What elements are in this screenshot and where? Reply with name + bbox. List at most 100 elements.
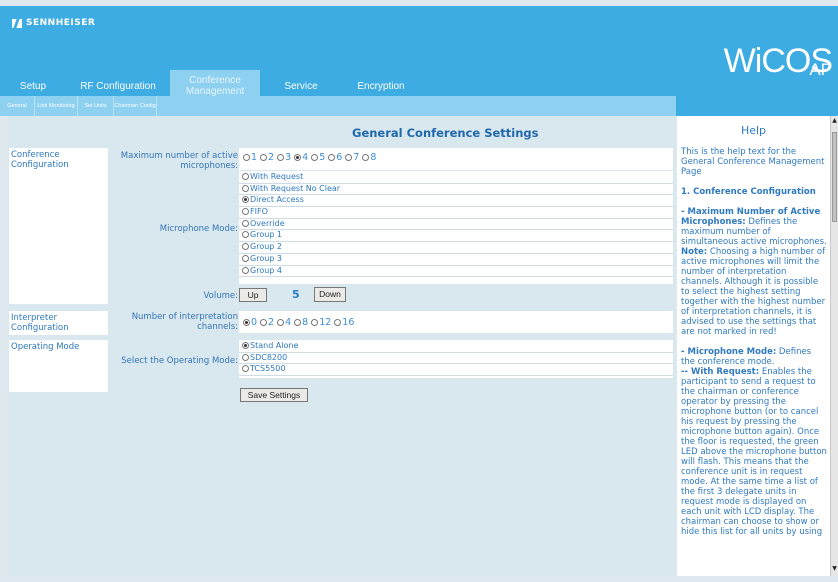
subtab-general[interactable]: General — [0, 96, 35, 116]
subtab-link-monitoring[interactable]: Link Monitoring — [35, 96, 78, 116]
mic-mode-radio[interactable] — [242, 173, 249, 180]
mic-mode-option[interactable]: Override — [239, 219, 673, 231]
interp-channels-option[interactable]: 0 — [243, 317, 257, 328]
max-mics-group: 12345678 — [239, 148, 673, 170]
interp-channels-option[interactable]: 4 — [277, 317, 291, 328]
mic-mode-option[interactable]: With Request No Clear — [239, 184, 673, 196]
interp-channels-radio[interactable] — [294, 319, 302, 326]
interp-channels-option-label: 2 — [268, 317, 275, 328]
interp-channels-option[interactable]: 2 — [260, 317, 274, 328]
section-interpreter-configuration: Interpreter Configuration — [9, 311, 108, 335]
mic-mode-radio[interactable] — [242, 254, 249, 262]
max-mics-option-label: 8 — [370, 152, 377, 163]
scroll-down-arrow-icon[interactable]: ▼ — [831, 564, 838, 574]
op-mode-option[interactable]: TCS5500 — [239, 364, 673, 377]
interp-channels-option-label: 16 — [342, 317, 355, 328]
interp-channels-group: 0 2 4 8 12 16 — [239, 311, 673, 333]
interp-channels-option[interactable]: 8 — [294, 317, 308, 328]
help-title: Help — [740, 124, 767, 137]
mic-mode-radio[interactable] — [242, 184, 249, 192]
mic-mode-option[interactable]: Group 2 — [239, 242, 673, 254]
mic-mode-option[interactable]: Group 3 — [239, 254, 673, 266]
help-max-mics: - Maximum Number of Active Microphones: … — [681, 207, 827, 247]
mic-mode-option-label: With Request — [250, 172, 304, 181]
logo-text: SENNHEISER — [26, 18, 96, 28]
op-mode-option[interactable]: Stand Alone — [239, 341, 673, 353]
max-mics-option-label: 5 — [319, 152, 326, 163]
max-mics-radio[interactable] — [311, 154, 319, 161]
mic-mode-radio[interactable] — [242, 208, 249, 216]
max-mics-option[interactable]: 2 — [260, 152, 274, 163]
mic-mode-radio[interactable] — [242, 196, 249, 204]
mic-mode-option-label: Group 2 — [250, 242, 282, 252]
max-mics-option[interactable]: 6 — [328, 152, 342, 163]
interp-channels-option[interactable]: 16 — [334, 317, 354, 328]
max-mics-radio[interactable] — [294, 154, 302, 161]
mic-mode-radio[interactable] — [242, 219, 249, 227]
brand-sub: AP — [809, 60, 832, 79]
help-panel: Help This is the help text for the Gener… — [677, 116, 830, 576]
max-mics-option[interactable]: 8 — [362, 152, 376, 163]
save-settings-button[interactable]: Save Settings — [240, 388, 308, 402]
help-mic-mode: - Microphone Mode: Defines the conferenc… — [681, 347, 812, 367]
max-mics-option-label: 2 — [268, 152, 275, 163]
max-mics-option[interactable]: 5 — [311, 152, 325, 163]
interp-channels-radio[interactable] — [334, 319, 342, 326]
op-mode-radio[interactable] — [242, 342, 249, 349]
subtab-set-units[interactable]: Set Units — [78, 96, 114, 116]
op-mode-group: Stand Alone SDC8200 TCS5500 — [239, 340, 673, 378]
interp-channels-radio[interactable] — [243, 319, 250, 326]
mic-mode-radio[interactable] — [242, 231, 249, 239]
volume-down-button[interactable]: Down — [314, 287, 346, 302]
mic-mode-option[interactable]: Group 1 — [239, 230, 673, 243]
interp-channels-radio[interactable] — [311, 319, 319, 326]
interp-channels-option-label: 8 — [302, 317, 309, 328]
sub-tabs: General Link Monitoring Set Units Chairm… — [0, 96, 676, 116]
op-mode-radio[interactable] — [242, 353, 249, 361]
section-operating-mode: Operating Mode — [9, 340, 108, 392]
max-mics-option-label: 7 — [353, 152, 360, 163]
interp-channels-option-label: 0 — [251, 317, 258, 328]
help-section-heading: 1. Conference Configuration — [681, 187, 816, 197]
mic-mode-group: With Request With Request No Clear Direct … — [239, 171, 673, 284]
mic-mode-option-label: Group 1 — [250, 230, 282, 240]
interp-channels-option[interactable]: 12 — [311, 317, 331, 328]
max-mics-option[interactable]: 7 — [345, 152, 359, 163]
interp-channels-option-label: 4 — [285, 317, 292, 328]
mic-mode-option[interactable]: Group 4 — [239, 266, 673, 278]
subtab-chairman-config[interactable]: Chairman Config — [114, 96, 157, 116]
max-mics-option-label: 1 — [251, 152, 258, 163]
mic-mode-option[interactable]: With Request — [239, 172, 673, 184]
interp-channels-radio[interactable] — [277, 319, 285, 326]
max-mics-option[interactable]: 3 — [277, 152, 291, 163]
max-mics-option-label: 4 — [302, 152, 309, 163]
max-mics-radio[interactable] — [277, 154, 285, 161]
op-mode-radio[interactable] — [242, 365, 249, 373]
interp-channels-radio[interactable] — [260, 319, 268, 326]
interp-channels-label: Number of interpretation channels: — [131, 312, 238, 332]
max-mics-radio[interactable] — [345, 154, 353, 161]
interp-channels-option-label: 12 — [319, 317, 332, 328]
help-body: This is the help text for the General Co… — [677, 147, 830, 537]
max-mics-option[interactable]: 1 — [243, 152, 257, 163]
volume-label: Volume: — [203, 291, 238, 301]
max-mics-radio[interactable] — [243, 154, 250, 161]
mic-mode-radio[interactable] — [242, 243, 249, 251]
op-mode-option[interactable]: SDC8200 — [239, 353, 673, 365]
volume-up-button[interactable]: Up — [239, 288, 267, 302]
sennheiser-logo-icon — [12, 18, 22, 28]
mic-mode-option-label: With Request No Clear — [250, 183, 341, 193]
mic-mode-option[interactable]: Direct Access — [239, 195, 673, 208]
max-mics-radio[interactable] — [328, 154, 336, 161]
help-scrollbar[interactable]: ▲ ▼ — [830, 116, 838, 576]
op-mode-option-label: Stand Alone — [250, 341, 299, 350]
scroll-thumb[interactable] — [832, 132, 837, 222]
max-mics-radio[interactable] — [362, 154, 370, 161]
max-mics-option[interactable]: 4 — [294, 152, 308, 163]
scroll-up-arrow-icon[interactable]: ▲ — [831, 116, 838, 126]
mic-mode-option-label: Group 4 — [250, 265, 282, 275]
max-mics-radio[interactable] — [260, 154, 268, 161]
mic-mode-option-label: Override — [250, 218, 285, 228]
mic-mode-radio[interactable] — [242, 266, 249, 274]
mic-mode-option[interactable]: FIFO — [239, 207, 673, 219]
